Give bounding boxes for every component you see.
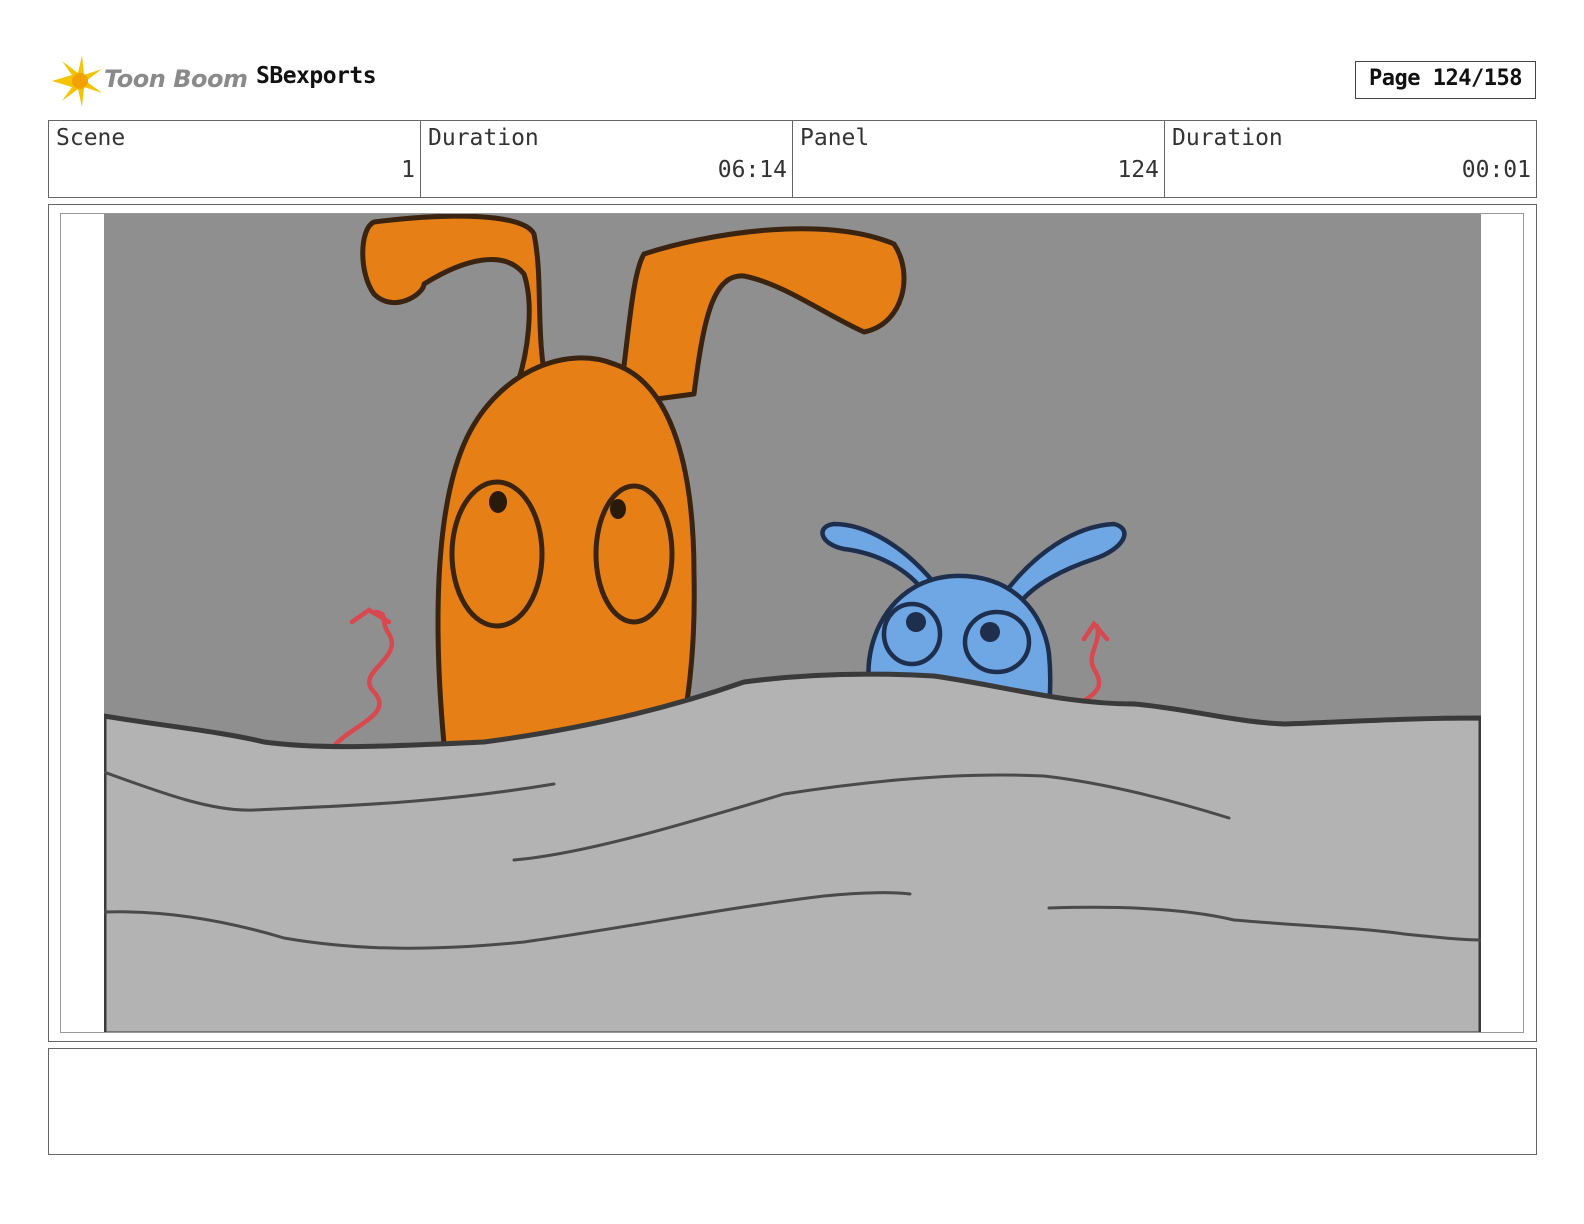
panel-label: Panel xyxy=(800,125,870,151)
scene-duration-value: 06:14 xyxy=(717,157,787,183)
panel-value: 124 xyxy=(1117,157,1159,183)
panel-drawing xyxy=(104,214,1481,1032)
logo-text: Toon Boom xyxy=(104,65,248,93)
scene-label: Scene xyxy=(56,125,126,151)
storyboard-panel xyxy=(60,213,1524,1033)
project-title: SBexports xyxy=(256,63,377,89)
panel-notes-box xyxy=(48,1048,1537,1155)
scene-cell: Scene 1 xyxy=(49,121,421,197)
panel-duration-value: 00:01 xyxy=(1461,157,1531,183)
panel-duration-label: Duration xyxy=(1172,125,1283,151)
storyboard-panel-frame xyxy=(48,204,1537,1042)
panel-duration-cell: Duration 00:01 xyxy=(1165,121,1536,197)
scene-duration-cell: Duration 06:14 xyxy=(421,121,793,197)
scene-value: 1 xyxy=(401,157,415,183)
page-indicator: Page 124/158 xyxy=(1355,61,1536,99)
spark-icon xyxy=(52,55,102,107)
panel-info-table: Scene 1 Duration 06:14 Panel 124 Duratio… xyxy=(48,120,1537,198)
toon-boom-logo: Toon Boom xyxy=(50,55,248,107)
panel-cell: Panel 124 xyxy=(793,121,1165,197)
scene-duration-label: Duration xyxy=(428,125,539,151)
